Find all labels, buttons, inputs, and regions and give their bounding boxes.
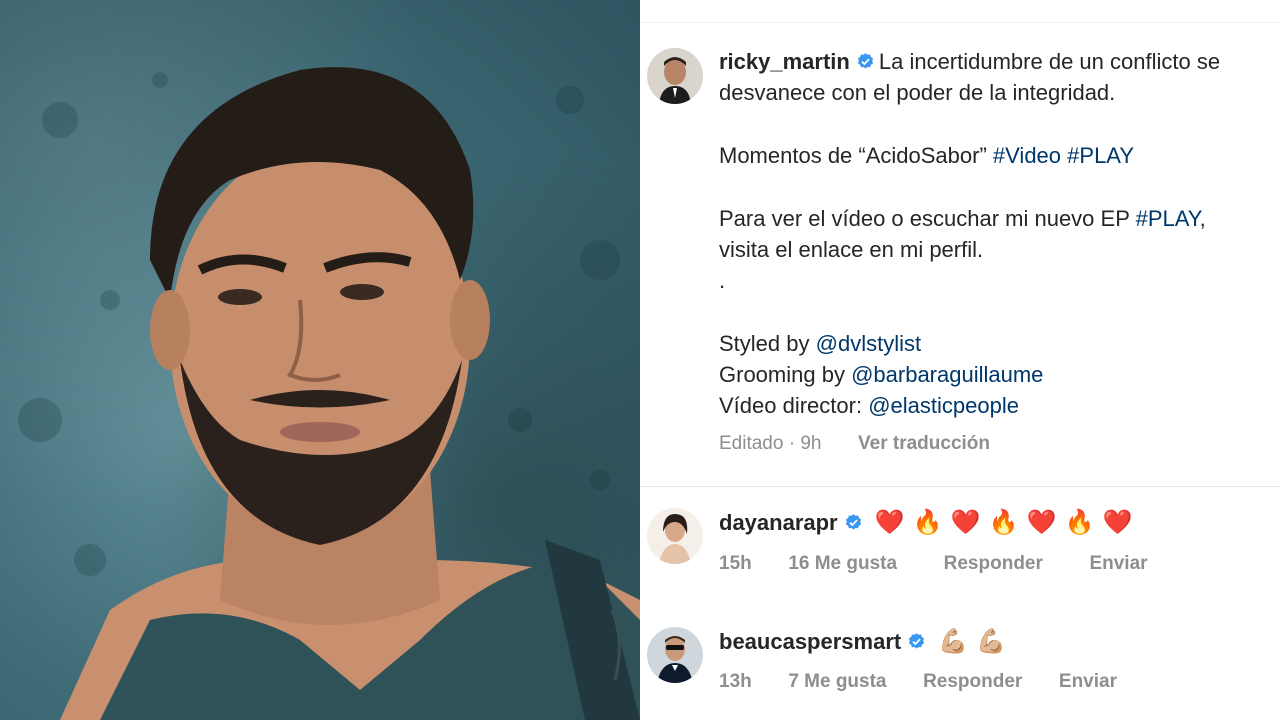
comment-dayanarapr: dayanarapr ❤️ 🔥 ❤️ 🔥 ❤️ 🔥 ❤️: [719, 508, 1133, 537]
comment-likes-button[interactable]: 16 Me gusta: [788, 553, 897, 574]
comment-time: 15h: [719, 553, 752, 574]
fire-emoji: 🔥: [912, 509, 943, 536]
verified-badge-icon: [845, 514, 861, 530]
grooming-label: Grooming by: [719, 362, 845, 387]
comment-username[interactable]: dayanarapr: [719, 510, 838, 535]
heart-emoji: ❤️: [950, 509, 981, 536]
caption-line-1: La incertidumbre de un conflicto se: [878, 49, 1221, 74]
comment-username[interactable]: beaucaspersmart: [719, 629, 901, 654]
styled-label: Styled by: [719, 331, 810, 356]
send-button[interactable]: Enviar: [1059, 671, 1117, 692]
edited-time: Editado · 9h: [719, 433, 822, 454]
see-translation-button[interactable]: Ver traducción: [858, 433, 990, 454]
comment-likes-button[interactable]: 7 Me gusta: [788, 671, 886, 692]
post-caption: ricky_martin La incertidumbre de un confl…: [719, 46, 1280, 421]
verified-badge-icon: [857, 53, 873, 69]
author-avatar[interactable]: [647, 48, 703, 104]
heart-emoji: ❤️: [1102, 509, 1133, 536]
director-label: Vídeo director:: [719, 393, 863, 418]
reply-button[interactable]: Responder: [923, 671, 1022, 692]
comment-meta-1: 15h 16 Me gusta Responder Enviar: [719, 553, 1148, 575]
comment-time: 13h: [719, 671, 752, 692]
fire-emoji: 🔥: [1064, 509, 1095, 536]
instagram-post-panel: ricky_martin La incertidumbre de un confl…: [640, 0, 1280, 720]
hashtag-play-link-2[interactable]: #PLAY: [1136, 206, 1200, 231]
caption-dot: .: [719, 268, 726, 293]
director-mention-link[interactable]: @elasticpeople: [868, 393, 1019, 418]
visit-text: visita el enlace en mi perfil.: [719, 237, 984, 262]
heart-emoji: ❤️: [1026, 509, 1057, 536]
hashtag-play-link[interactable]: #PLAY: [1067, 143, 1134, 168]
post-meta: Editado · 9h Ver traducción: [719, 433, 990, 455]
commenter-avatar-dayanarapr[interactable]: [647, 508, 703, 564]
watch-text: Para ver el vídeo o escuchar mi nuevo EP: [719, 206, 1130, 231]
flexed-biceps-emoji: 💪🏼: [938, 628, 969, 655]
fire-emoji: 🔥: [988, 509, 1019, 536]
groomer-mention-link[interactable]: @barbaraguillaume: [851, 362, 1043, 387]
comments-divider: [640, 486, 1280, 487]
moments-text: Momentos de “AcidoSabor”: [719, 143, 987, 168]
flexed-biceps-emoji: 💪🏼: [976, 628, 1007, 655]
send-button[interactable]: Enviar: [1089, 553, 1147, 574]
watch-comma: ,: [1199, 206, 1206, 231]
stylist-mention-link[interactable]: @dvlstylist: [816, 331, 921, 356]
comment-beaucaspersmart: beaucaspersmart 💪🏼 💪🏼: [719, 627, 1006, 656]
heart-emoji: ❤️: [874, 509, 905, 536]
post-username[interactable]: ricky_martin: [719, 49, 850, 74]
comment-meta-2: 13h 7 Me gusta Responder Enviar: [719, 671, 1117, 693]
post-photo: [0, 0, 640, 720]
reply-button[interactable]: Responder: [944, 553, 1043, 574]
caption-line-2: desvanece con el poder de la integridad.: [719, 80, 1116, 105]
portrait-illustration: [18, 67, 640, 720]
top-border: [640, 22, 1280, 23]
hashtag-video-link[interactable]: #Video: [993, 143, 1061, 168]
commenter-avatar-beaucaspersmart[interactable]: [647, 627, 703, 683]
verified-badge-icon: [909, 633, 925, 649]
